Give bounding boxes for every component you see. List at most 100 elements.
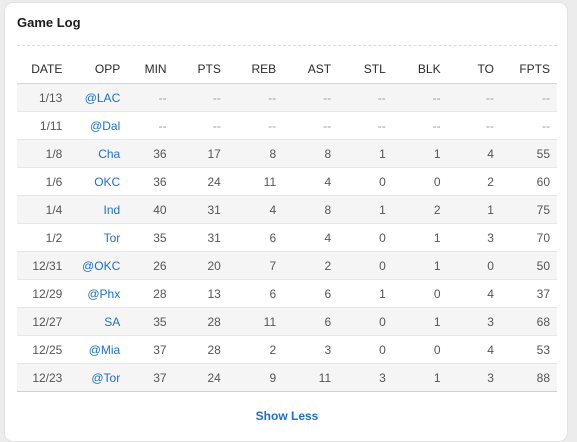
opponent-link[interactable]: @Tor xyxy=(69,363,128,392)
opponent-link[interactable]: Tor xyxy=(69,223,128,252)
cell-reb: 2 xyxy=(227,335,284,364)
table-row: 12/29 @Phx 28 13 6 6 1 0 4 37 xyxy=(17,279,557,308)
cell-blk: 1 xyxy=(392,251,448,280)
cell-fpts: 50 xyxy=(500,251,557,280)
cell-reb: 8 xyxy=(227,139,284,168)
column-header-stl: STL xyxy=(338,55,393,84)
cell-blk: 0 xyxy=(392,279,448,308)
cell-to: -- xyxy=(447,111,501,140)
cell-min: 40 xyxy=(127,195,174,224)
header-row: DATE OPP MIN PTS REB AST STL BLK TO FPTS xyxy=(17,55,557,84)
cell-reb: -- xyxy=(227,83,284,112)
table-row: 12/27 SA 35 28 11 6 0 1 3 68 xyxy=(17,307,557,336)
cell-fpts: 68 xyxy=(500,307,557,336)
opponent-link[interactable]: @OKC xyxy=(69,251,128,280)
cell-reb: 11 xyxy=(227,167,284,196)
cell-date: 12/29 xyxy=(17,279,70,308)
column-header-ast: AST xyxy=(283,55,339,84)
cell-pts: 24 xyxy=(173,363,228,392)
cell-min: 28 xyxy=(127,279,174,308)
cell-to: 0 xyxy=(447,251,501,280)
game-log-title: Game Log xyxy=(17,15,81,30)
opponent-link[interactable]: @Mia xyxy=(69,335,128,364)
cell-ast: -- xyxy=(283,83,339,112)
cell-fpts: -- xyxy=(500,83,557,112)
cell-reb: 9 xyxy=(227,363,284,392)
cell-blk: 1 xyxy=(392,223,448,252)
cell-to: 3 xyxy=(447,223,501,252)
cell-pts: 17 xyxy=(173,139,228,168)
column-header-to: TO xyxy=(447,55,501,84)
cell-min: 37 xyxy=(127,335,174,364)
cell-to: -- xyxy=(447,83,501,112)
cell-reb: 6 xyxy=(227,279,284,308)
opponent-link[interactable]: SA xyxy=(69,307,128,336)
opponent-link[interactable]: @LAC xyxy=(69,83,128,112)
cell-fpts: -- xyxy=(500,111,557,140)
cell-fpts: 55 xyxy=(500,139,557,168)
cell-ast: 8 xyxy=(283,139,339,168)
cell-date: 1/13 xyxy=(17,83,70,112)
cell-stl: 0 xyxy=(338,335,393,364)
cell-stl: -- xyxy=(338,111,393,140)
column-header-reb: REB xyxy=(227,55,284,84)
cell-stl: -- xyxy=(338,83,393,112)
cell-fpts: 60 xyxy=(500,167,557,196)
cell-stl: 0 xyxy=(338,167,393,196)
cell-blk: 0 xyxy=(392,167,448,196)
cell-ast: 11 xyxy=(283,363,339,392)
cell-to: 3 xyxy=(447,363,501,392)
table-row: 1/6 OKC 36 24 11 4 0 0 2 60 xyxy=(17,167,557,196)
cell-pts: 13 xyxy=(173,279,228,308)
cell-ast: 6 xyxy=(283,279,339,308)
cell-stl: 0 xyxy=(338,223,393,252)
title-divider xyxy=(17,45,557,46)
cell-pts: 28 xyxy=(173,307,228,336)
cell-reb: 6 xyxy=(227,223,284,252)
cell-to: 4 xyxy=(447,335,501,364)
cell-date: 12/31 xyxy=(17,251,70,280)
opponent-link[interactable]: @Dal xyxy=(69,111,128,140)
cell-pts: 20 xyxy=(173,251,228,280)
cell-pts: 31 xyxy=(173,223,228,252)
cell-date: 12/25 xyxy=(17,335,70,364)
cell-date: 1/6 xyxy=(17,167,70,196)
table-body: 1/13 @LAC -- -- -- -- -- -- -- -- 1/11 @Dal -- -- -- --… xyxy=(17,83,557,392)
column-header-min: MIN xyxy=(127,55,174,84)
cell-pts: 28 xyxy=(173,335,228,364)
cell-min: -- xyxy=(127,83,174,112)
cell-reb: -- xyxy=(227,111,284,140)
cell-min: 26 xyxy=(127,251,174,280)
cell-to: 1 xyxy=(447,195,501,224)
cell-fpts: 53 xyxy=(500,335,557,364)
table-header: DATE OPP MIN PTS REB AST STL BLK TO FPTS xyxy=(17,55,557,84)
opponent-link[interactable]: OKC xyxy=(69,167,128,196)
cell-stl: 1 xyxy=(338,195,393,224)
opponent-link[interactable]: Cha xyxy=(69,139,128,168)
opponent-link[interactable]: @Phx xyxy=(69,279,128,308)
cell-reb: 11 xyxy=(227,307,284,336)
cell-blk: 1 xyxy=(392,363,448,392)
cell-reb: 7 xyxy=(227,251,284,280)
cell-fpts: 70 xyxy=(500,223,557,252)
cell-to: 4 xyxy=(447,279,501,308)
cell-date: 1/4 xyxy=(17,195,70,224)
cell-min: 35 xyxy=(127,307,174,336)
table-row: 1/2 Tor 35 31 6 4 0 1 3 70 xyxy=(17,223,557,252)
cell-min: 37 xyxy=(127,363,174,392)
table-row: 12/31 @OKC 26 20 7 2 0 1 0 50 xyxy=(17,251,557,280)
cell-ast: 4 xyxy=(283,223,339,252)
table-row: 12/23 @Tor 37 24 9 11 3 1 3 88 xyxy=(17,363,557,392)
column-header-opp: OPP xyxy=(69,55,128,84)
cell-pts: 31 xyxy=(173,195,228,224)
cell-fpts: 75 xyxy=(500,195,557,224)
cell-date: 1/11 xyxy=(17,111,70,140)
show-less-button[interactable]: Show Less xyxy=(5,409,569,423)
cell-ast: 8 xyxy=(283,195,339,224)
cell-to: 4 xyxy=(447,139,501,168)
opponent-link[interactable]: Ind xyxy=(69,195,128,224)
cell-reb: 4 xyxy=(227,195,284,224)
cell-min: -- xyxy=(127,111,174,140)
table-row: 1/8 Cha 36 17 8 8 1 1 4 55 xyxy=(17,139,557,168)
cell-stl: 0 xyxy=(338,251,393,280)
